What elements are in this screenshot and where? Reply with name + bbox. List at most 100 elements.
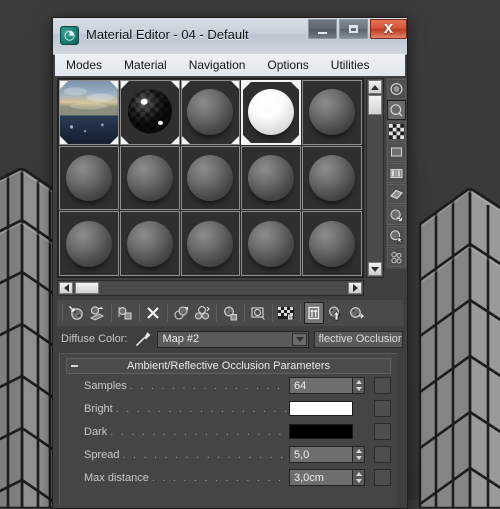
rollout-header[interactable]: Ambient/Reflective Occlusion Parameters	[66, 358, 391, 374]
sphere-preview	[309, 89, 356, 136]
sample-slot[interactable]	[180, 211, 241, 276]
max-distance-input[interactable]: 3,0cm	[289, 469, 353, 486]
toolbar-separator	[111, 304, 112, 322]
select-by-material-icon[interactable]	[387, 226, 406, 246]
samples-input[interactable]: 64	[289, 377, 353, 394]
diffuse-color-label: Diffuse Color:	[61, 333, 128, 345]
eyedropper-icon[interactable]	[133, 330, 153, 348]
maximize-icon	[349, 25, 358, 33]
sample-uv-tiling-icon[interactable]	[387, 142, 406, 162]
sample-slot[interactable]	[59, 211, 119, 276]
title-bar[interactable]: ◔ Material Editor - 04 - Default X	[53, 18, 407, 54]
material-toolbar	[57, 300, 403, 326]
sample-slot[interactable]	[241, 145, 302, 211]
max-distance-spinner[interactable]	[353, 469, 365, 486]
dot-leader: . . . . . . . . . . . . . . . . . . . . …	[115, 402, 286, 415]
bright-color-swatch[interactable]	[289, 401, 353, 416]
bright-map-button[interactable]	[374, 400, 391, 417]
reset-map-icon[interactable]	[143, 302, 163, 324]
menu-bar: Modes Material Navigation Options Utilit…	[55, 54, 405, 77]
vertical-scroll-thumb[interactable]	[368, 95, 382, 115]
go-forward-to-sibling-icon[interactable]	[346, 302, 366, 324]
scroll-left-button[interactable]	[59, 282, 73, 294]
horizontal-scroll-thumb[interactable]	[75, 282, 99, 294]
slot-corner-marker	[181, 135, 190, 144]
toolbar-separator	[244, 304, 245, 322]
dark-color-swatch[interactable]	[289, 424, 353, 439]
get-material-icon[interactable]	[66, 302, 86, 324]
toolbar-separator	[272, 304, 273, 322]
param-row-dark: Dark . . . . . . . . . . . . . . . . . .…	[60, 420, 397, 443]
spread-input[interactable]: 5,0	[289, 446, 353, 463]
sample-slot[interactable]	[180, 145, 241, 211]
slot-corner-marker	[60, 81, 68, 89]
param-label: Bright	[84, 402, 113, 415]
minimize-button[interactable]	[308, 19, 337, 39]
sample-slot[interactable]	[59, 145, 119, 211]
video-color-check-icon[interactable]	[387, 163, 406, 183]
make-preview-icon[interactable]	[387, 184, 406, 204]
make-material-copy-icon[interactable]	[171, 302, 191, 324]
menu-navigation[interactable]: Navigation	[179, 56, 256, 74]
scroll-right-button[interactable]	[348, 282, 362, 294]
make-unique-icon[interactable]	[192, 302, 212, 324]
menu-options[interactable]: Options	[257, 56, 318, 74]
sample-slot-selected[interactable]	[241, 80, 302, 145]
sample-slot[interactable]	[302, 145, 362, 211]
sample-slot[interactable]	[302, 211, 362, 276]
close-button[interactable]: X	[370, 19, 407, 39]
slot-corner-marker	[109, 135, 118, 144]
samples-spinner[interactable]	[353, 377, 365, 394]
sample-slot[interactable]	[119, 80, 180, 145]
max-distance-map-button[interactable]	[374, 469, 391, 486]
sample-type-icon[interactable]	[387, 79, 406, 99]
sphere-preview	[248, 89, 295, 136]
show-end-result-icon[interactable]	[304, 302, 324, 324]
maximize-button[interactable]	[339, 19, 368, 39]
param-label: Dark	[84, 425, 108, 438]
minus-icon	[71, 365, 78, 367]
material-type-button[interactable]: flective Occlusion	[314, 330, 403, 348]
spread-spinner[interactable]	[353, 446, 365, 463]
sample-slot[interactable]	[241, 211, 302, 276]
samples-map-button[interactable]	[374, 377, 391, 394]
background-checker-icon[interactable]	[387, 121, 406, 141]
sample-slot-grid[interactable]	[57, 78, 364, 278]
menu-utilities[interactable]: Utilities	[321, 56, 380, 74]
slot-corner-marker	[231, 135, 240, 144]
scroll-down-button[interactable]	[368, 262, 382, 276]
window-title: Material Editor - 04 - Default	[86, 27, 249, 42]
chevron-down-icon[interactable]	[292, 332, 308, 346]
put-to-library-icon[interactable]	[220, 302, 240, 324]
options-icon[interactable]	[387, 205, 406, 225]
spread-map-button[interactable]	[374, 446, 391, 463]
slot-grid-horizontal-scrollbar[interactable]	[57, 280, 364, 296]
spinner-up-icon	[355, 380, 362, 385]
sphere-preview	[65, 154, 112, 201]
assign-material-to-selection-icon[interactable]	[115, 302, 135, 324]
toolbar-separator	[300, 304, 301, 322]
show-map-in-viewport-icon[interactable]	[276, 302, 296, 324]
sample-slot[interactable]	[59, 80, 119, 145]
menu-modes[interactable]: Modes	[56, 56, 112, 74]
material-effects-channel-icon[interactable]	[248, 302, 268, 324]
material-id-channel-icon[interactable]	[387, 247, 406, 267]
slot-corner-marker	[170, 81, 179, 89]
sample-slot[interactable]	[302, 80, 362, 145]
map-dropdown[interactable]: Map #2	[157, 330, 310, 348]
backlight-icon[interactable]	[387, 100, 406, 120]
menu-material[interactable]: Material	[114, 56, 177, 74]
spinner-down-icon	[355, 386, 362, 391]
dot-leader: . . . . . . . . . . . . . . . . . . . . …	[122, 448, 286, 461]
put-material-to-scene-icon[interactable]	[87, 302, 107, 324]
go-to-parent-icon[interactable]	[325, 302, 345, 324]
slot-corner-marker	[60, 135, 68, 144]
spinner-up-icon	[355, 449, 362, 454]
sample-slot[interactable]	[119, 145, 180, 211]
close-icon: X	[383, 22, 394, 36]
scroll-up-button[interactable]	[368, 80, 382, 94]
sample-slot[interactable]	[180, 80, 241, 145]
slot-grid-vertical-scrollbar[interactable]	[366, 78, 384, 278]
dark-map-button[interactable]	[374, 423, 391, 440]
sample-slot[interactable]	[119, 211, 180, 276]
